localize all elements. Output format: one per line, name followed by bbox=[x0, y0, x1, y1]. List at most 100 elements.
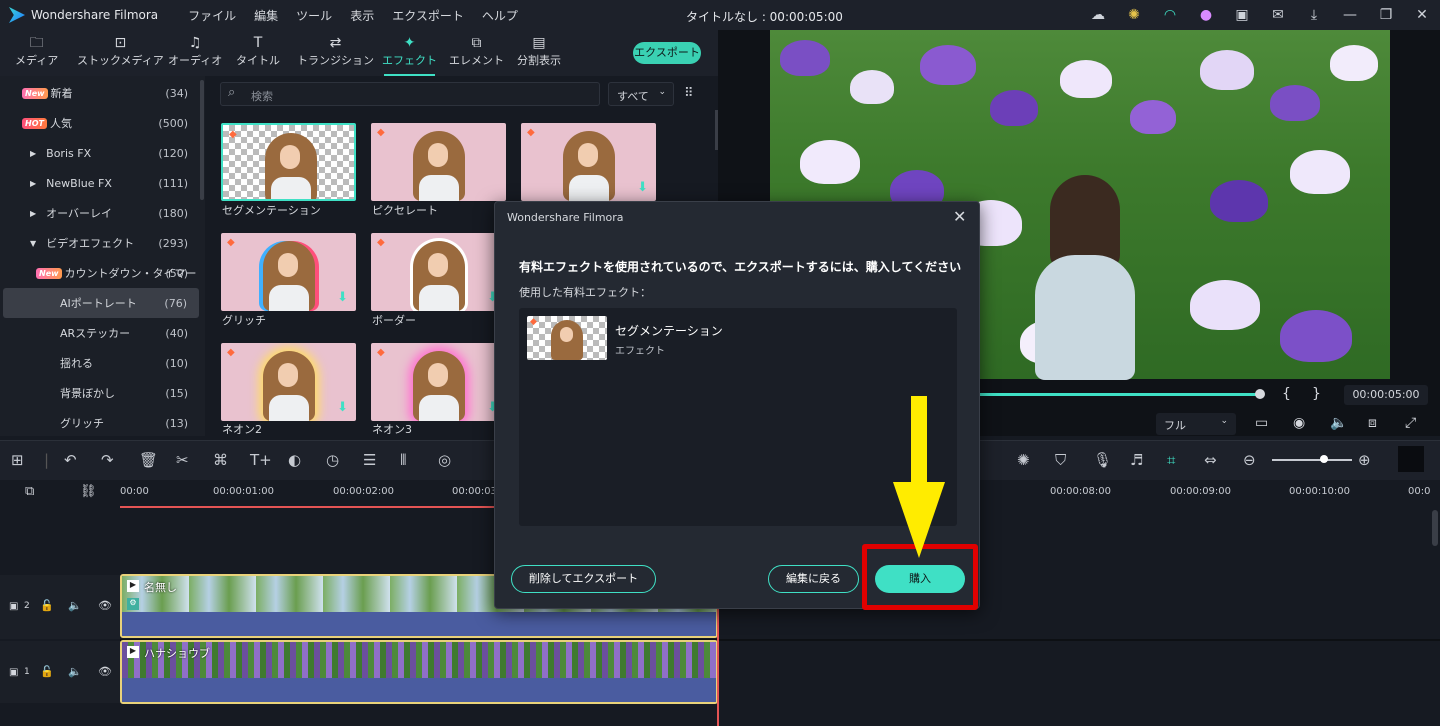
text-add-icon[interactable]: T+ bbox=[250, 451, 272, 469]
preview-scrubber-handle[interactable] bbox=[1255, 389, 1265, 399]
adjust-icon[interactable]: ☰ bbox=[363, 451, 376, 469]
mark-out-button[interactable]: } bbox=[1312, 386, 1321, 402]
tab-stock-media[interactable]: ⊡ ストックメディア bbox=[77, 34, 164, 68]
premium-gem-icon: ◆ bbox=[229, 129, 237, 140]
menu-help[interactable]: ヘルプ bbox=[482, 7, 518, 24]
menu-export[interactable]: エクスポート bbox=[392, 7, 464, 24]
export-button[interactable]: エクスポート bbox=[633, 42, 701, 64]
effect-thumb-neon2[interactable]: ◆ ⬇ bbox=[221, 343, 356, 421]
sidebar-item-overlay[interactable]: ▶ オーバーレイ (180) bbox=[0, 198, 200, 228]
zoom-select[interactable]: フル ⌄ bbox=[1156, 413, 1236, 435]
mark-in-button[interactable]: { bbox=[1282, 386, 1291, 402]
redo-icon[interactable]: ↷ bbox=[101, 451, 114, 469]
minimize-icon[interactable]: — bbox=[1332, 7, 1368, 23]
delete-icon[interactable]: 🗑 bbox=[139, 451, 158, 469]
panel-toggle[interactable] bbox=[1398, 446, 1424, 472]
mail-icon[interactable]: ✉ bbox=[1260, 7, 1296, 23]
sidebar-item-new[interactable]: New 新着 (34) bbox=[0, 78, 200, 108]
sidebar-item-countdown-timer[interactable]: New カウントダウン・タイマー (50) bbox=[0, 258, 200, 288]
effect-thumb-neon3[interactable]: ◆ ⬇ bbox=[371, 343, 506, 421]
tab-transitions[interactable]: ⇄ トランジション bbox=[297, 34, 374, 68]
effect-thumb-glitch[interactable]: ◆ ⬇ bbox=[221, 233, 356, 311]
menu-tools[interactable]: ツール bbox=[296, 7, 332, 24]
headset-icon[interactable]: ◠ bbox=[1152, 7, 1188, 23]
marker-icon[interactable]: ⛉ bbox=[1055, 451, 1066, 469]
tab-effects[interactable]: ✦ エフェクト bbox=[382, 34, 437, 76]
sidebar-item-boris-fx[interactable]: ▶ Boris FX (120) bbox=[0, 138, 200, 168]
effect-thumb-pixelate[interactable]: ◆ bbox=[371, 123, 506, 201]
preview-progress-bar[interactable] bbox=[980, 393, 1260, 396]
snap-icon[interactable]: ⌗ bbox=[1167, 451, 1175, 469]
sidebar-item-newblue-fx[interactable]: ▶ NewBlue FX (111) bbox=[0, 168, 200, 198]
monitor-icon[interactable]: ▭ bbox=[1255, 415, 1268, 431]
mute-icon[interactable]: 🔈 bbox=[68, 665, 82, 678]
stabilize-icon[interactable]: ◎ bbox=[438, 451, 451, 469]
menu-view[interactable]: 表示 bbox=[350, 7, 374, 24]
sidebar-item-glitch[interactable]: グリッチ (13) bbox=[0, 408, 200, 438]
timeline-scrollbar[interactable] bbox=[1432, 510, 1438, 546]
camera-icon[interactable]: ◉ bbox=[1293, 415, 1305, 431]
cloud-icon[interactable]: ☁ bbox=[1080, 7, 1116, 23]
sidebar-item-video-effects[interactable]: ▼ ビデオエフェクト (293) bbox=[0, 228, 200, 258]
undo-icon[interactable]: ↶ bbox=[64, 451, 77, 469]
video-track-icon: ▣ bbox=[9, 667, 19, 678]
lock-icon[interactable]: 🔓 bbox=[40, 599, 54, 612]
save-icon[interactable]: ▣ bbox=[1224, 7, 1260, 23]
tab-audio[interactable]: ♫ オーディオ bbox=[168, 34, 222, 68]
color-icon[interactable]: ◐ bbox=[288, 451, 301, 469]
zoom-slider-handle[interactable] bbox=[1320, 455, 1328, 463]
mute-icon[interactable]: 🔈 bbox=[68, 599, 82, 612]
lock-icon[interactable]: 🔓 bbox=[40, 665, 54, 678]
tab-elements[interactable]: ⧉ エレメント bbox=[449, 34, 504, 68]
grid-view-icon[interactable]: ⠿ bbox=[684, 86, 694, 101]
lightbulb-icon[interactable]: ✺ bbox=[1116, 7, 1152, 23]
tag-icon[interactable]: ⌘ bbox=[213, 451, 228, 469]
paid-effect-type: エフェクト bbox=[615, 346, 665, 357]
avatar-icon[interactable]: ● bbox=[1188, 7, 1224, 23]
render-icon[interactable]: ⧈ bbox=[1368, 415, 1377, 431]
download-icon[interactable]: ⬇ bbox=[337, 290, 348, 305]
microphone-icon[interactable]: 🎙 bbox=[1093, 451, 1112, 469]
tab-titles[interactable]: T タイトル bbox=[236, 34, 280, 68]
filter-select[interactable]: すべて ⌄ bbox=[608, 82, 674, 106]
sidebar-item-shake[interactable]: 揺れる (10) bbox=[0, 348, 200, 378]
back-to-edit-button[interactable]: 編集に戻る bbox=[768, 565, 859, 593]
sidebar-item-background-blur[interactable]: 背景ぼかし (15) bbox=[0, 378, 200, 408]
voiceover-icon[interactable]: ♬ bbox=[1130, 451, 1143, 469]
maximize-icon[interactable]: ❐ bbox=[1368, 7, 1404, 23]
close-icon[interactable]: ✕ bbox=[953, 207, 966, 226]
zoom-in-icon[interactable]: ⊕ bbox=[1358, 451, 1371, 469]
effect-thumb-border[interactable]: ◆ ⬇ bbox=[371, 233, 506, 311]
volume-icon[interactable]: 🔈 bbox=[1330, 415, 1347, 431]
fullscreen-icon[interactable]: ⤢ bbox=[1405, 415, 1416, 431]
eye-icon[interactable]: 👁 bbox=[98, 599, 112, 612]
sidebar-item-ai-portrait[interactable]: AIポートレート (76) bbox=[3, 288, 199, 318]
timeline-clip[interactable]: ▶ ハナショウブ bbox=[120, 640, 718, 704]
speed-icon[interactable]: ◷ bbox=[326, 451, 339, 469]
zoom-slider[interactable] bbox=[1272, 459, 1352, 461]
close-icon[interactable]: ✕ bbox=[1404, 7, 1440, 23]
sidebar-item-ar-stickers[interactable]: ARステッカー (40) bbox=[0, 318, 200, 348]
fit-icon[interactable]: ⇔ bbox=[1204, 451, 1217, 469]
tab-split-screen[interactable]: ▤ 分割表示 bbox=[517, 34, 561, 68]
eye-icon[interactable]: 👁 bbox=[98, 665, 112, 678]
download-icon[interactable]: ⬇ bbox=[637, 180, 648, 195]
link-icon[interactable]: ⛓ bbox=[80, 484, 97, 499]
sidebar-scrollbar[interactable] bbox=[200, 80, 204, 200]
cut-icon[interactable]: ✂ bbox=[176, 451, 189, 469]
effect-thumb[interactable]: ◆ ⬇ bbox=[521, 123, 656, 201]
render-preview-icon[interactable]: ✺ bbox=[1017, 451, 1030, 469]
sidebar-item-popular[interactable]: HOT 人気 (500) bbox=[0, 108, 200, 138]
menu-file[interactable]: ファイル bbox=[188, 7, 236, 24]
layout-icon[interactable]: ⊞ bbox=[11, 451, 24, 469]
download-icon[interactable]: ⤓ bbox=[1296, 7, 1332, 23]
effect-thumb-segmentation[interactable]: ◆ bbox=[221, 123, 356, 201]
add-track-icon[interactable]: ⧉ bbox=[25, 484, 34, 499]
tab-media[interactable]: 🗀 メディア bbox=[15, 34, 58, 68]
search-input[interactable]: ⌕ 検索 bbox=[220, 82, 600, 106]
download-icon[interactable]: ⬇ bbox=[337, 400, 348, 415]
menu-edit[interactable]: 編集 bbox=[254, 7, 278, 24]
remove-and-export-button[interactable]: 削除してエクスポート bbox=[511, 565, 656, 593]
zoom-out-icon[interactable]: ⊖ bbox=[1243, 451, 1256, 469]
audio-wave-icon[interactable]: ⦀ bbox=[400, 451, 407, 469]
